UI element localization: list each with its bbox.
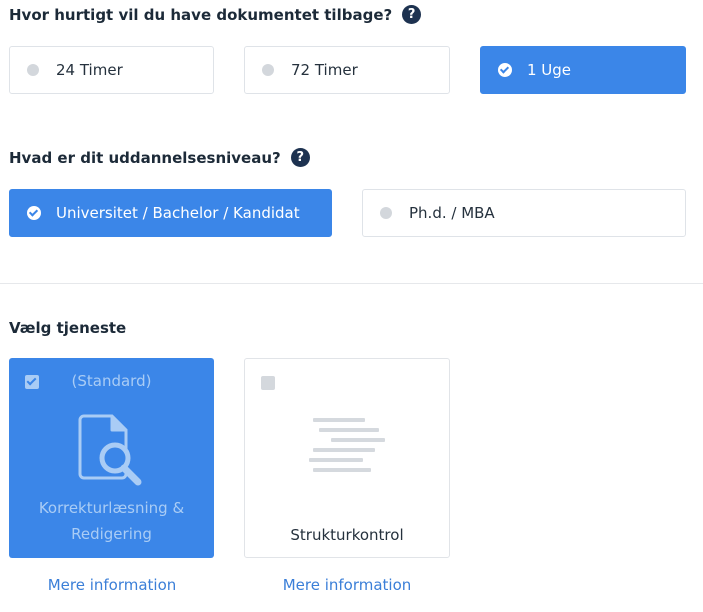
turnaround-question: Hvor hurtigt vil du have dokumentet tilb… — [9, 5, 393, 24]
service-card-proofreading[interactable]: (Standard) Korrekturlæsning & Redigering — [9, 358, 214, 558]
service-card-tag: (Standard) — [71, 372, 152, 390]
radio-icon — [380, 207, 392, 219]
radio-icon — [27, 64, 39, 76]
service-card-name: Korrekturlæsning & Redigering — [38, 499, 185, 543]
turnaround-option-label: 1 Uge — [527, 61, 572, 79]
service-heading-text: Vælg tjeneste — [9, 319, 127, 337]
check-circle-icon — [498, 63, 512, 77]
more-info-link-proofreading[interactable]: Mere information — [9, 576, 215, 594]
education-option-phd-mba[interactable]: Ph.d. / MBA — [362, 189, 686, 237]
turnaround-option-72h[interactable]: 72 Timer — [244, 46, 450, 94]
check-circle-icon — [27, 206, 41, 220]
document-search-icon — [78, 414, 142, 486]
education-heading: Hvad er dit uddannelsesniveau? ? — [9, 148, 310, 167]
turnaround-help-icon[interactable]: ? — [402, 5, 422, 24]
education-option-label: Ph.d. / MBA — [409, 204, 495, 222]
section-divider — [0, 283, 703, 284]
checkbox-unchecked-icon — [261, 376, 275, 390]
service-card-structure-check[interactable]: Strukturkontrol — [244, 358, 450, 558]
more-info-link-structure-check[interactable]: Mere information — [244, 576, 450, 594]
text-lines-icon — [309, 418, 385, 472]
education-help-icon[interactable]: ? — [290, 148, 310, 167]
turnaround-option-label: 72 Timer — [291, 61, 358, 79]
education-option-label: Universitet / Bachelor / Kandidat — [56, 204, 300, 222]
turnaround-option-24h[interactable]: 24 Timer — [9, 46, 214, 94]
radio-icon — [262, 64, 274, 76]
service-heading: Vælg tjeneste — [9, 319, 126, 337]
education-question: Hvad er dit uddannelsesniveau? — [9, 148, 281, 167]
turnaround-option-label: 24 Timer — [56, 61, 123, 79]
turnaround-option-1-week[interactable]: 1 Uge — [480, 46, 686, 94]
education-option-university[interactable]: Universitet / Bachelor / Kandidat — [9, 189, 332, 237]
service-card-name: Strukturkontrol — [290, 526, 404, 544]
turnaround-heading: Hvor hurtigt vil du have dokumentet tilb… — [9, 5, 422, 24]
